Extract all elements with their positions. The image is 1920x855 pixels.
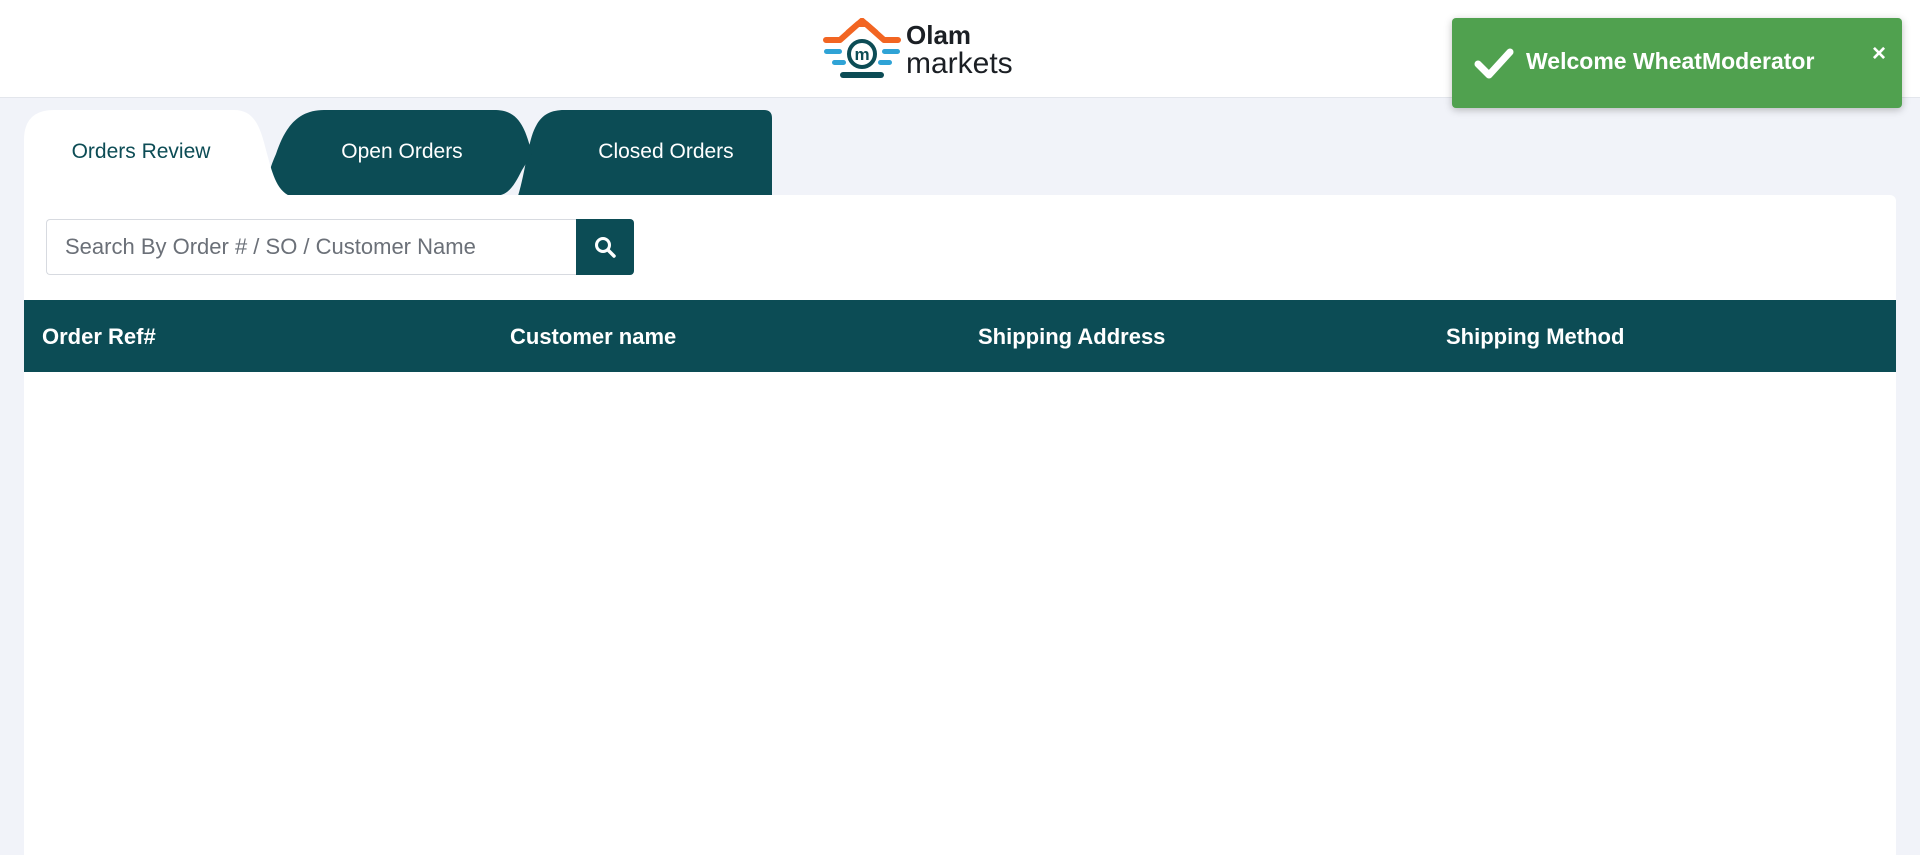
order-tabs: Orders Review Open Orders Closed Orders	[24, 110, 774, 196]
brand-name: Olam markets	[906, 22, 1013, 79]
column-header-shipping-method[interactable]: Shipping Method	[1446, 324, 1624, 350]
orders-panel: Order Ref# Customer name Shipping Addres…	[24, 195, 1896, 855]
welcome-toast: Welcome WheatModerator ×	[1452, 18, 1902, 108]
basket-logo-icon: m	[823, 18, 901, 78]
brand-logo[interactable]: m Olam markets	[820, 18, 1013, 82]
search-icon	[595, 237, 616, 258]
column-header-order-ref[interactable]: Order Ref#	[42, 324, 156, 350]
column-header-shipping-address[interactable]: Shipping Address	[978, 324, 1165, 350]
search-button[interactable]	[576, 219, 634, 275]
column-header-customer-name[interactable]: Customer name	[510, 324, 676, 350]
check-icon	[1474, 48, 1514, 79]
search-bar	[46, 219, 634, 275]
brand-name-line1: Olam	[906, 19, 972, 50]
toast-message: Welcome WheatModerator	[1526, 48, 1815, 74]
tab-orders-review[interactable]: Orders Review	[24, 140, 258, 164]
logo-letter: m	[854, 45, 869, 64]
orders-table-header: Order Ref# Customer name Shipping Addres…	[24, 300, 1896, 372]
search-input[interactable]	[46, 219, 576, 275]
tab-open-orders[interactable]: Open Orders	[286, 140, 518, 164]
tab-closed-orders[interactable]: Closed Orders	[536, 140, 796, 164]
toast-close-button[interactable]: ×	[1872, 42, 1886, 66]
brand-name-line2: markets	[906, 46, 1013, 80]
